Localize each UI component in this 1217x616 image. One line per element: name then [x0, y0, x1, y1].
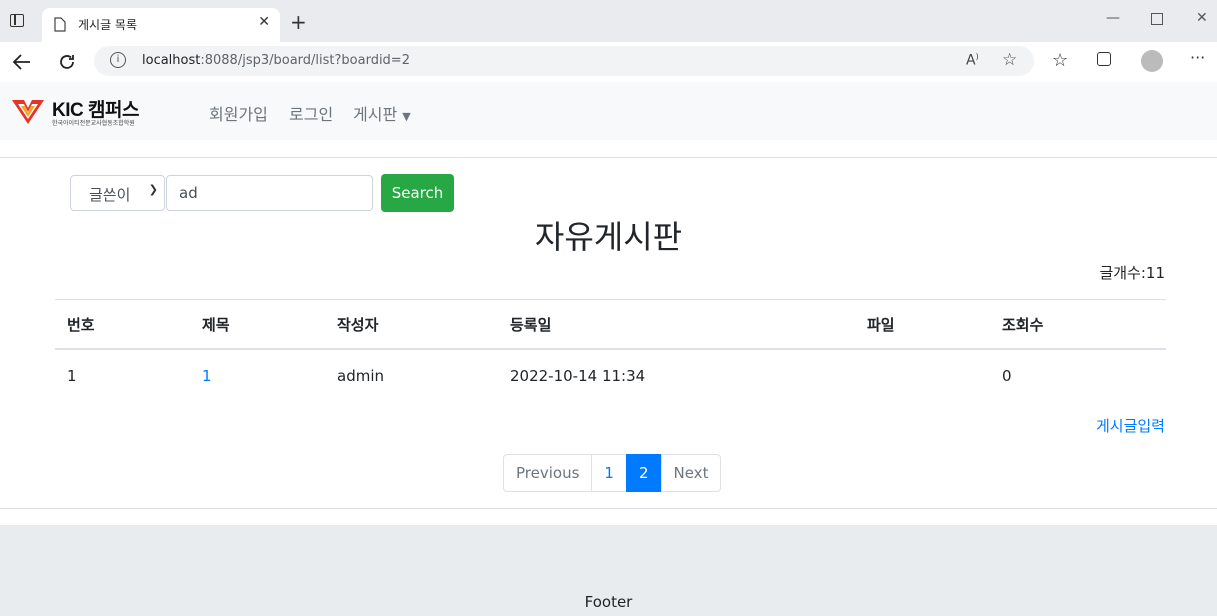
- cell-date: 2022-10-14 11:34: [498, 348, 855, 402]
- page-link-active[interactable]: 2: [625, 454, 662, 492]
- info-icon[interactable]: i: [110, 52, 126, 68]
- nav-dropdown-label: 게시판: [353, 105, 398, 124]
- page-title: 자유게시판: [534, 218, 683, 256]
- write-post-link[interactable]: 게시글입력: [1096, 415, 1165, 436]
- divider: [0, 157, 1217, 158]
- post-link[interactable]: 1: [202, 367, 212, 385]
- tab-actions-icon[interactable]: [10, 14, 24, 27]
- pagination: Previous 1 2 Next: [503, 454, 722, 492]
- minimize-icon[interactable]: —: [1106, 10, 1120, 26]
- search-field-select[interactable]: 글쓴이 ❯: [70, 175, 165, 211]
- chevron-down-icon: ❯: [148, 183, 158, 196]
- post-count: 글개수:11: [1099, 264, 1165, 282]
- page-previous[interactable]: Previous: [503, 454, 593, 492]
- read-aloud-icon[interactable]: A): [966, 52, 979, 69]
- close-icon[interactable]: ✕: [258, 14, 270, 30]
- maximize-icon[interactable]: [1151, 13, 1163, 25]
- address-bar-row: i localhost:8088/jsp3/board/list?boardid…: [0, 42, 1217, 83]
- caret-down-icon: ▼: [402, 110, 411, 123]
- address-bar[interactable]: i localhost:8088/jsp3/board/list?boardid…: [94, 46, 1034, 76]
- column-header-views: 조회수: [990, 299, 1166, 350]
- brand-subtitle: 한국아이티전문교사협동조합학원: [52, 120, 135, 127]
- page-link[interactable]: 1: [591, 454, 627, 492]
- site-navbar: KIC 캠퍼스 한국아이티전문교사협동조합학원 회원가입 로그인 게시판 ▼: [0, 82, 1217, 140]
- nav-dropdown-board[interactable]: 게시판 ▼: [353, 101, 411, 125]
- column-header-file: 파일: [855, 299, 990, 350]
- select-value: 글쓴이: [89, 186, 131, 204]
- add-favorite-icon[interactable]: ☆: [1002, 50, 1017, 70]
- new-tab-icon[interactable]: +: [290, 10, 307, 34]
- more-options-icon[interactable]: ···: [1190, 48, 1205, 67]
- column-header-number: 번호: [55, 299, 190, 350]
- cell-views: 0: [990, 348, 1166, 402]
- profile-avatar-icon[interactable]: [1141, 50, 1163, 72]
- nav-link-signup[interactable]: 회원가입: [209, 101, 268, 125]
- column-header-writer: 작성자: [325, 299, 498, 350]
- page-next[interactable]: Next: [660, 454, 722, 492]
- table-row: 1 1 admin 2022-10-14 11:34 0: [55, 348, 1166, 402]
- footer: Footer: [0, 525, 1217, 616]
- kic-logo-icon[interactable]: [10, 98, 46, 126]
- url-text: localhost:8088/jsp3/board/list?boardid=2: [142, 53, 410, 68]
- browser-tab-bar: 게시글 목록 ✕ + — ✕: [0, 0, 1217, 42]
- column-header-subject: 제목: [190, 299, 325, 350]
- divider: [0, 508, 1217, 509]
- search-button[interactable]: Search: [381, 174, 454, 212]
- footer-text: Footer: [584, 593, 633, 611]
- page-icon: [54, 17, 66, 32]
- tab-title: 게시글 목록: [78, 18, 138, 32]
- nav-link-login[interactable]: 로그인: [289, 101, 333, 125]
- window-close-icon[interactable]: ✕: [1196, 10, 1208, 26]
- cell-writer: admin: [325, 348, 498, 402]
- browser-tab[interactable]: 게시글 목록 ✕: [42, 8, 280, 42]
- board-table: 번호 제목 작성자 등록일 파일 조회수 1 1 admin 2022-10-1…: [55, 299, 1166, 402]
- column-header-date: 등록일: [498, 299, 855, 350]
- cell-file: [855, 348, 990, 402]
- favorites-icon[interactable]: ☆: [1052, 50, 1068, 71]
- table-header-row: 번호 제목 작성자 등록일 파일 조회수: [55, 299, 1166, 350]
- search-input[interactable]: ad: [166, 175, 373, 211]
- back-icon[interactable]: [12, 53, 32, 71]
- collections-icon[interactable]: [1097, 52, 1111, 66]
- cell-number: 1: [55, 348, 190, 402]
- refresh-icon[interactable]: [57, 52, 77, 72]
- cell-subject: 1: [190, 348, 325, 402]
